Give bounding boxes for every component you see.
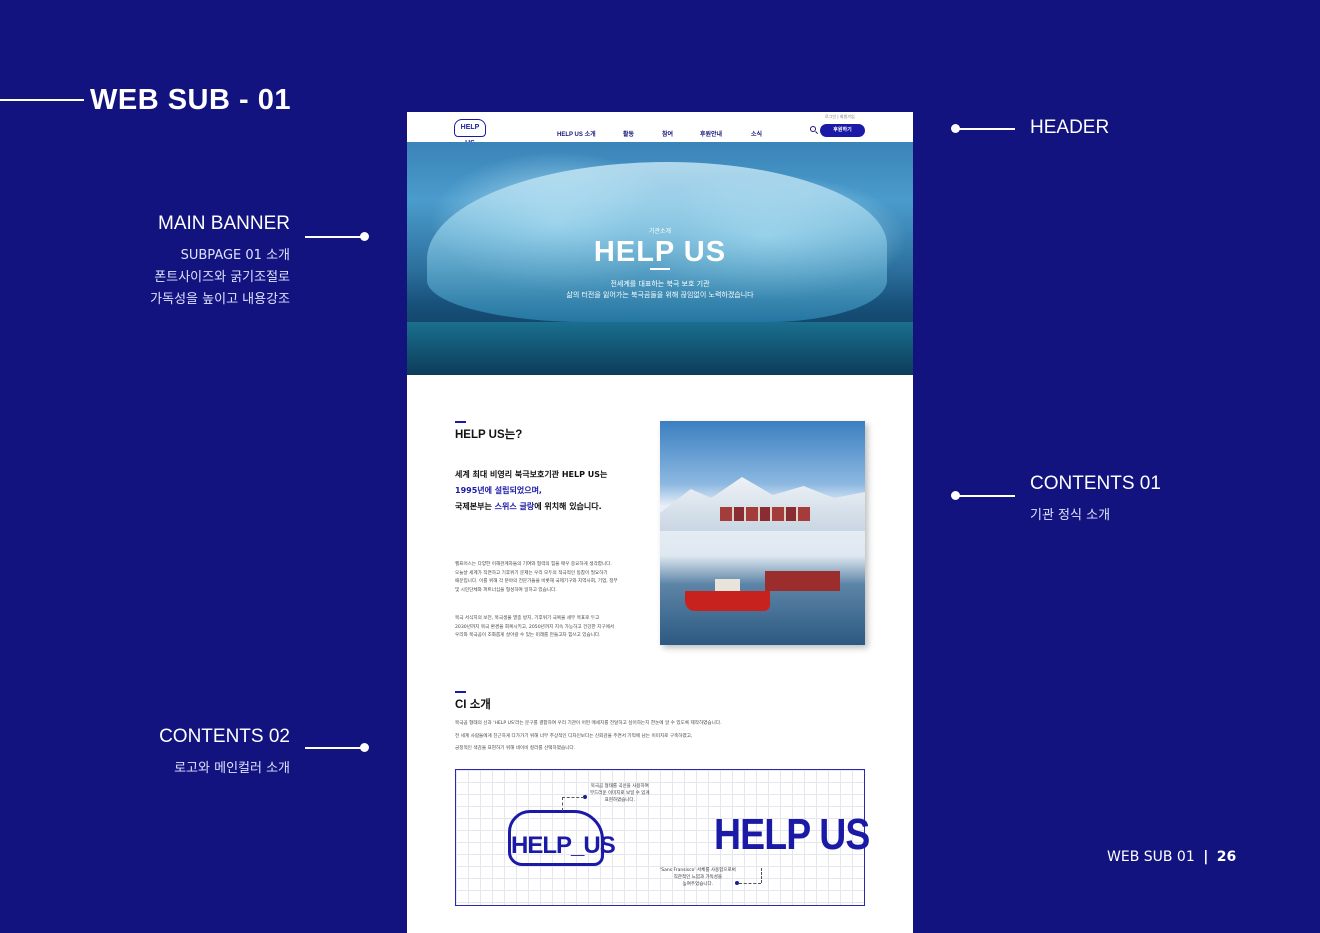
note-line: 부드러운 이미지로 보일 수 있게 <box>590 791 650 796</box>
annotation-contents-02: CONTENTS 02 로고와 메인컬러 소개 <box>159 726 290 780</box>
banner-title: HELP US <box>593 236 727 268</box>
annotation-dash <box>739 883 761 884</box>
annotation-line: 가독성을 높이고 내용강조 <box>150 292 290 307</box>
banner-divider <box>650 268 670 270</box>
about-lead-text: 국제본부는 <box>455 502 495 511</box>
annotation-line: 폰트사이즈와 굵기조절로 <box>154 270 290 285</box>
mockup-header: HELP US HELP US 소개 활동 참여 후원안내 소식 로그인 | 회… <box>407 112 913 147</box>
ship-shape <box>685 579 770 611</box>
greenland-harbor-photo <box>660 421 865 645</box>
note-line: 높여주었습니다. <box>682 882 714 887</box>
about-lead-highlight: 스위스 글랑 <box>494 502 535 511</box>
ci-showcase: HELP_US HELP US 북극곰 형태를 곡선을 사용하여 부드러운 이미… <box>455 769 870 906</box>
annotation-title: MAIN BANNER <box>158 213 290 234</box>
annotation-line: 로고와 메인컬러 소개 <box>174 761 290 776</box>
paragraph-line: 및 시민단체와 파트너십을 형성하여 일하고 있습니다. <box>455 587 557 593</box>
building-shape <box>765 571 840 591</box>
login-signup-links[interactable]: 로그인 | 회원가입 <box>825 114 855 120</box>
note-line: 직관적인 느낌과 가독성을 <box>673 875 723 880</box>
donate-button[interactable]: 후원하기 <box>820 124 865 137</box>
connector-line <box>955 128 1015 130</box>
wordmark: HELP US <box>714 810 870 859</box>
paragraph-line: 우리와 북극곰이 조화롭게 살아갈 수 있는 미래를 만들고자 힘쓰고 있습니다… <box>455 633 601 638</box>
paragraph-line: 오늘날 세계가 직면하고 기후위기 문제는 우리 모두의 적극적인 동참이 필요… <box>455 570 608 576</box>
nav-item-donation-info[interactable]: 후원안내 <box>700 129 722 138</box>
about-lead-text: 에 위치해 있습니다. <box>534 502 602 511</box>
annotation-line: SUBPAGE 01 소개 <box>180 248 290 263</box>
main-banner: 기관소개 HELP US 전세계를 대표하는 북극 보호 기관 삶의 터전을 잃… <box>407 142 913 375</box>
nav-item-activity[interactable]: 활동 <box>623 129 634 138</box>
about-lead-line: 국제본부는 스위스 글랑에 위치해 있습니다. <box>455 499 607 515</box>
annotation-contents-01: CONTENTS 01 기관 정식 소개 <box>1030 473 1161 527</box>
page-title: WEB SUB - 01 <box>90 84 291 116</box>
sea-image <box>407 322 913 375</box>
banner-desc: 전세계를 대표하는 북극 보호 기관 <box>610 280 710 288</box>
connector-line <box>305 747 363 749</box>
nav-item-about[interactable]: HELP US 소개 <box>557 129 596 138</box>
annotation-title: CONTENTS 02 <box>159 726 290 747</box>
title-rule <box>0 99 84 101</box>
paragraph-line: 북극 서식지의 보전, 북극생물 멸종 방지, 기후위기 극복을 세부 목표로 … <box>455 616 600 621</box>
search-icon[interactable] <box>810 126 816 132</box>
ci-note-logo: 북극곰 형태를 곡선을 사용하여 부드러운 이미지로 보일 수 있게 표현하였습… <box>590 783 650 804</box>
annotation-title: CONTENTS 01 <box>1030 473 1161 494</box>
section-mark <box>455 691 466 693</box>
section-mark <box>455 421 466 423</box>
banner-tag: 기관소개 <box>648 228 672 235</box>
paragraph-line: 때문입니다. 이를 위해 각 분야의 전문가들을 비롯해 국제기구와 지역사회,… <box>455 579 618 584</box>
annotation-main-banner: MAIN BANNER SUBPAGE 01 소개 폰트사이즈와 굵기조절로 가… <box>150 213 290 311</box>
section-title-ci: CI 소개 <box>455 699 491 711</box>
about-lead-highlight: 1995년에 설립되었으며, <box>455 486 542 495</box>
footer-label: WEB SUB 01 <box>1107 849 1195 865</box>
annotation-header: HEADER <box>1030 117 1110 138</box>
about-lead-line: 세계 최대 비영리 북극보호기관 HELP US는 <box>455 470 608 479</box>
houses-shape <box>720 507 810 521</box>
nav-item-news[interactable]: 소식 <box>751 129 762 138</box>
connector-dot <box>360 743 369 752</box>
ci-description: 북극곰 형태의 선과 'HELP US'라는 문구를 결합하여 우리 기관이 어… <box>455 718 722 756</box>
annotation-line: 기관 정식 소개 <box>1030 508 1111 523</box>
paragraph-line: 전 세계 사람들에게 친근하게 다가가기 위해 너무 추상적인 디자인보다는 신… <box>455 733 693 739</box>
about-lead: 세계 최대 비영리 북극보호기관 HELP US는 1995년에 설립되었으며,… <box>455 467 607 515</box>
note-line: 표현하였습니다. <box>604 798 635 803</box>
note-line: 'Sans Fransisco' 서체를 사용함으로써 <box>660 868 736 873</box>
nav-item-participate[interactable]: 참여 <box>662 129 673 138</box>
annotation-dash <box>761 868 762 883</box>
section-title-about: HELP US는? <box>455 429 523 441</box>
connector-line <box>955 495 1015 497</box>
page-footer: WEB SUB 01 | 26 <box>1107 849 1236 865</box>
page-number: 26 <box>1216 849 1237 865</box>
paragraph-line: 2030년까지 북극 환경을 회복시키고, 2050년까지 지속 가능하고 건강… <box>455 624 615 630</box>
about-paragraph-1: 헬프어스는 다양한 이해관계자들의 기여와 협력의 힘을 매우 중요하게 생각합… <box>455 561 618 595</box>
connector-line <box>305 236 363 238</box>
ci-note-font: 'Sans Fransisco' 서체를 사용함으로써 직관적인 느낌과 가독성… <box>660 867 736 888</box>
connector-dot <box>360 232 369 241</box>
note-line: 북극곰 형태를 곡선을 사용하여 <box>590 784 649 789</box>
annotation-dash <box>562 797 584 798</box>
banner-desc: 삶의 터전을 잃어가는 북극곰들을 위해 끊임없이 노력하겠습니다 <box>566 291 754 299</box>
paragraph-line: 긍정적인 색감을 표현하기 위해 네이비 컬러를 선택하였습니다. <box>455 746 576 751</box>
polar-bear-logo: HELP_US <box>508 810 616 866</box>
paragraph-line: 헬프어스는 다양한 이해관계자들의 기여와 협력의 힘을 매우 중요하게 생각합… <box>455 562 612 567</box>
web-mockup: HELP US HELP US 소개 활동 참여 후원안내 소식 로그인 | 회… <box>407 112 913 933</box>
paragraph-line: 북극곰 형태의 선과 'HELP US'라는 문구를 결합하여 우리 기관이 어… <box>455 721 722 726</box>
logo[interactable]: HELP US <box>454 119 486 147</box>
annotation-dash <box>562 797 563 811</box>
footer-separator: | <box>1203 849 1209 865</box>
mountain-shape <box>660 477 865 531</box>
about-paragraph-2: 북극 서식지의 보전, 북극생물 멸종 방지, 기후위기 극복을 세부 목표로 … <box>455 615 614 641</box>
